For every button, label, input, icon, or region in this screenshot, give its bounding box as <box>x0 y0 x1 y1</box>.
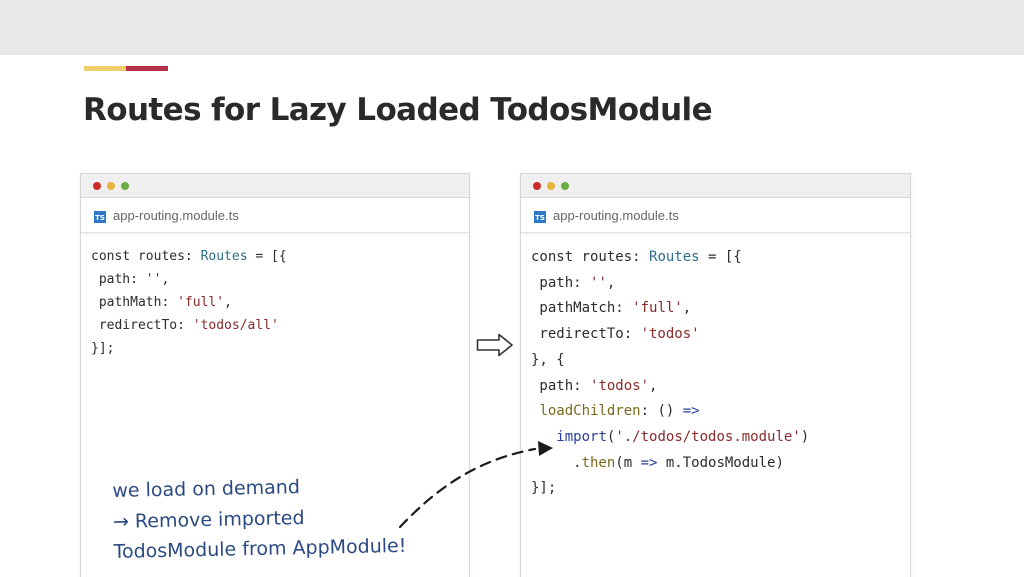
code-keyword-token: => <box>640 454 658 471</box>
window-close-dot <box>533 182 541 190</box>
code-string-token: 'full' <box>632 300 683 317</box>
code-text: }]; <box>91 341 115 356</box>
window-titlebar <box>81 174 469 198</box>
code-function-token: loadChildren <box>539 403 641 420</box>
top-band <box>0 0 1024 55</box>
code-line: redirectTo: 'todos' <box>531 322 900 348</box>
accent-bar-yellow <box>84 66 126 71</box>
file-tab[interactable]: TS app-routing.module.ts <box>81 198 469 233</box>
code-text: redirectTo: <box>531 326 641 343</box>
annotation-line: TodosModule from AppModule! <box>113 534 407 563</box>
slide-title: Routes for Lazy Loaded TodosModule <box>83 92 713 128</box>
dashed-curved-arrow-icon <box>398 441 553 529</box>
code-text: : () <box>640 403 683 420</box>
code-string-token: 'todos/all' <box>192 318 279 333</box>
window-close-dot <box>93 182 101 190</box>
code-text: , <box>649 377 658 394</box>
code-string-token: './todos/todos.module' <box>615 428 801 445</box>
accent-bar-red <box>126 66 168 71</box>
code-string-token: '' <box>145 272 162 287</box>
code-string-token: '' <box>590 274 607 291</box>
code-string-token: 'full' <box>177 295 225 310</box>
window-maximize-dot <box>121 182 129 190</box>
code-text: , <box>682 300 692 317</box>
code-text: }, { <box>531 351 565 368</box>
window-minimize-dot <box>547 182 555 190</box>
code-line: pathMath: 'full', <box>91 291 459 314</box>
file-tab-label: app-routing.module.ts <box>113 208 239 223</box>
code-line: path: 'todos', <box>531 374 900 400</box>
code-text: = [{ <box>247 249 287 264</box>
right-arrow-icon <box>476 333 513 357</box>
file-tab-label: app-routing.module.ts <box>553 208 679 223</box>
code-string-token: 'todos' <box>590 377 650 394</box>
code-window-right: TS app-routing.module.ts const routes: R… <box>520 173 911 577</box>
code-line: path: '', <box>91 268 459 291</box>
code-keyword-token: => <box>682 403 700 420</box>
code-text: ) <box>800 428 810 445</box>
code-text: path: <box>531 377 591 394</box>
code-text: pathMatch: <box>531 300 633 317</box>
code-text: const routes: <box>531 249 650 265</box>
code-line: }]; <box>531 476 900 502</box>
code-line: import('./todos/todos.module') <box>531 425 900 451</box>
window-titlebar <box>521 174 910 198</box>
code-text: m.TodosModule) <box>657 454 784 471</box>
code-line: const routes: Routes = [{ <box>531 245 900 271</box>
code-function-token: then <box>581 454 616 471</box>
typescript-file-icon: TS <box>94 211 106 223</box>
code-block: const routes: Routes = [{ path: '', path… <box>81 233 469 360</box>
file-tab[interactable]: TS app-routing.module.ts <box>521 198 910 233</box>
code-line: loadChildren: () => <box>531 399 900 425</box>
code-text: , <box>161 272 170 287</box>
code-line: }]; <box>91 337 459 360</box>
code-line: pathMatch: 'full', <box>531 296 900 322</box>
code-text: redirectTo: <box>91 318 193 333</box>
code-text: , <box>606 274 616 291</box>
code-block: const routes: Routes = [{ path: '', path… <box>521 233 910 502</box>
code-line: }, { <box>531 348 900 374</box>
code-type-token: Routes <box>200 249 248 264</box>
window-minimize-dot <box>107 182 115 190</box>
code-text: const routes: <box>91 249 201 264</box>
code-string-token: 'todos' <box>640 326 700 343</box>
code-text: path: <box>531 274 591 291</box>
code-text: (m <box>615 454 641 471</box>
code-text: = [{ <box>699 249 742 265</box>
code-line: path: '', <box>531 271 900 297</box>
code-type-token: Routes <box>649 249 700 265</box>
code-line: const routes: Routes = [{ <box>91 245 459 268</box>
typescript-file-icon: TS <box>534 211 546 223</box>
code-text: pathMath: <box>91 295 178 310</box>
window-maximize-dot <box>561 182 569 190</box>
code-text: path: <box>91 272 146 287</box>
code-line: .then(m => m.TodosModule) <box>531 451 900 477</box>
code-line: redirectTo: 'todos/all' <box>91 314 459 337</box>
handwritten-annotation: we load on demand → Remove imported Todo… <box>112 470 407 568</box>
code-text: , <box>224 295 232 310</box>
